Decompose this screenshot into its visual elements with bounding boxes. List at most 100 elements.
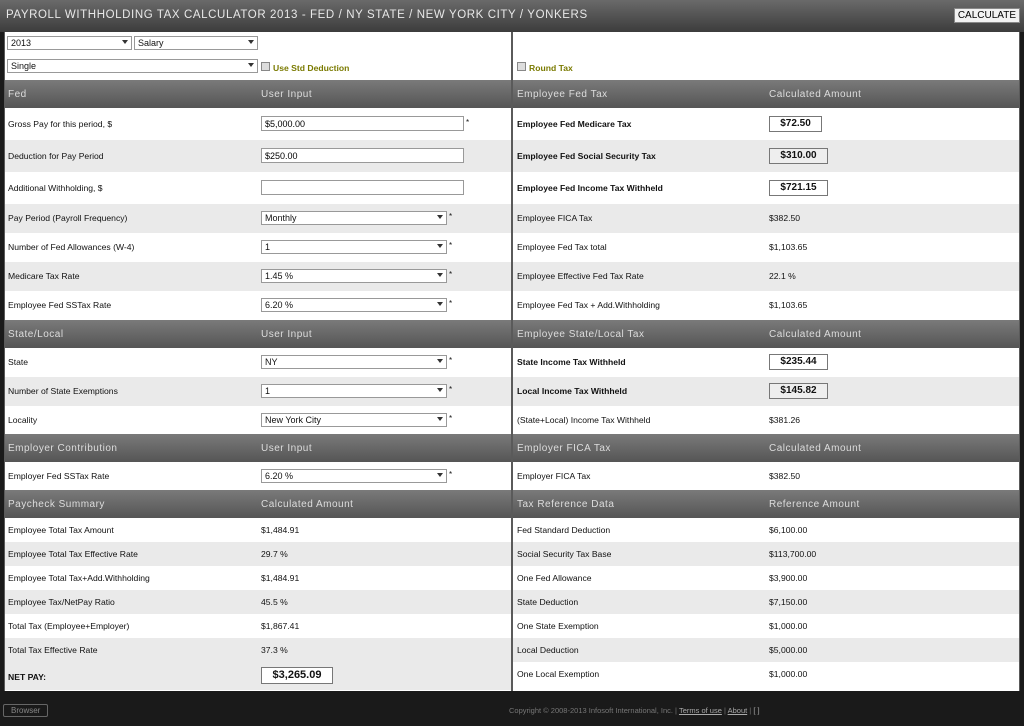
medicare-tax-value: $72.50 [769, 116, 822, 132]
ss-tax-row: Employee Fed Social Security Tax $310.00 [513, 140, 1019, 172]
emp-state-header-calc: Calculated Amount [769, 329, 862, 340]
required-marker: * [449, 212, 453, 221]
summary-row-label: Employee Total Tax Amount [8, 525, 114, 535]
locality-select[interactable]: New York City [261, 413, 447, 427]
fica-row: Employee FICA Tax $382.50 [513, 204, 1019, 233]
summary-row-value: 37.3 % [261, 645, 288, 655]
net-pay-label: NET PAY: [8, 672, 47, 682]
income-tax-label: Employee Fed Income Tax Withheld [517, 183, 663, 193]
medicare-rate-select[interactable]: 1.45 % [261, 269, 447, 283]
employer-header: Employer Contribution User Input [5, 434, 511, 462]
state-local-sum-row: (State+Local) Income Tax Withheld $381.2… [513, 406, 1019, 434]
summary-row-value: 29.7 % [261, 549, 288, 559]
fed-eff-value: 22.1 % [769, 271, 796, 281]
emp-state-header-label: Employee State/Local Tax [517, 329, 645, 340]
state-tax-row: State Income Tax Withheld $235.44 [513, 348, 1019, 377]
income-tax-row: Employee Fed Income Tax Withheld $721.15 [513, 172, 1019, 204]
state-tax-label: State Income Tax Withheld [517, 357, 626, 367]
filing-status-select[interactable]: Single [7, 59, 258, 73]
reference-row-label: One Local Exemption [517, 669, 600, 679]
deduction-input[interactable] [261, 148, 464, 163]
reference-row-value: $1,000.00 [769, 669, 808, 679]
ss-rate-label: Employee Fed SSTax Rate [8, 300, 112, 310]
summary-row: Total Tax (Employee+Employer) $1,867.41 [5, 614, 511, 638]
required-marker: * [449, 356, 453, 365]
medicare-tax-label: Employee Fed Medicare Tax [517, 119, 632, 129]
fed-plus-label: Employee Fed Tax + Add.Withholding [517, 300, 660, 310]
add-withholding-row: Additional Withholding, $ [5, 172, 511, 204]
fica-label: Employee FICA Tax [517, 213, 593, 223]
add-withholding-label: Additional Withholding, $ [8, 183, 103, 193]
reference-row-label: Social Security Tax Base [517, 549, 612, 559]
state-exemptions-label: Number of State Exemptions [8, 386, 118, 396]
fed-header: Fed User Input [5, 80, 511, 108]
required-marker: * [449, 270, 453, 279]
fica-value: $382.50 [769, 213, 801, 223]
deduction-label: Deduction for Pay Period [8, 151, 104, 161]
reference-header-calc: Reference Amount [769, 499, 860, 510]
browser-button[interactable]: Browser [3, 704, 49, 717]
add-withholding-input[interactable] [261, 180, 464, 195]
reference-row-value: $113,700.00 [769, 549, 817, 559]
allowances-label: Number of Fed Allowances (W-4) [8, 242, 135, 252]
calculate-button[interactable]: CALCULATE [953, 8, 1020, 23]
right-options-area: Round Tax [513, 32, 1019, 80]
left-panel: 2013 Salary Single Use Std Deduction Fed… [4, 32, 512, 691]
state-header-input: User Input [261, 329, 313, 340]
state-exemptions-row: Number of State Exemptions 1 * [5, 377, 511, 406]
pay-period-select[interactable]: Monthly [261, 211, 447, 225]
reference-row: Fed Standard Deduction $6,100.00 [513, 518, 1019, 542]
fed-plus-value: $1,103.65 [769, 300, 808, 310]
year-select[interactable]: 2013 [7, 36, 132, 50]
summary-row-value: $1,867.41 [261, 621, 300, 631]
summary-row-label: Employee Tax/NetPay Ratio [8, 597, 115, 607]
locality-row: Locality New York City * [5, 406, 511, 434]
required-marker: * [449, 470, 453, 479]
local-tax-value: $145.82 [769, 383, 828, 399]
extra-link[interactable]: [ ] [753, 706, 759, 715]
required-marker: * [449, 414, 453, 423]
reference-header-label: Tax Reference Data [517, 499, 615, 510]
about-link[interactable]: About [728, 706, 748, 715]
round-tax-checkbox[interactable] [517, 62, 526, 71]
pay-period-label: Pay Period (Payroll Frequency) [8, 213, 128, 223]
employer-fica-header-label: Employer FICA Tax [517, 443, 611, 454]
required-marker: * [449, 241, 453, 250]
use-std-deduction-checkbox[interactable] [261, 62, 270, 71]
summary-row-value: $1,484.91 [261, 525, 300, 535]
copyright-text: Copyright © 2008-2013 Infosoft Internati… [509, 706, 673, 715]
local-tax-label: Local Income Tax Withheld [517, 386, 628, 396]
medicare-rate-row: Medicare Tax Rate 1.45 % * [5, 262, 511, 291]
reference-row-value: $3,900.00 [769, 573, 808, 583]
locality-label: Locality [8, 415, 38, 425]
pay-type-select[interactable]: Salary [134, 36, 258, 50]
allowances-row: Number of Fed Allowances (W-4) 1 * [5, 233, 511, 262]
terms-link[interactable]: Terms of use [679, 706, 722, 715]
emp-state-header: Employee State/Local Tax Calculated Amou… [513, 320, 1019, 348]
state-select[interactable]: NY [261, 355, 447, 369]
state-exemptions-select[interactable]: 1 [261, 384, 447, 398]
allowances-select[interactable]: 1 [261, 240, 447, 254]
ss-rate-select[interactable]: 6.20 % [261, 298, 447, 312]
gross-pay-input[interactable] [261, 116, 464, 131]
employer-ss-label: Employer Fed SSTax Rate [8, 471, 110, 481]
emp-fed-header-calc: Calculated Amount [769, 89, 862, 100]
summary-row-label: Total Tax (Employee+Employer) [8, 621, 130, 631]
summary-row: Employee Tax/NetPay Ratio 45.5 % [5, 590, 511, 614]
reference-row-label: One Fed Allowance [517, 573, 592, 583]
state-tax-value: $235.44 [769, 354, 828, 370]
reference-row: State Deduction $7,150.00 [513, 590, 1019, 614]
round-tax-label: Round Tax [529, 63, 573, 73]
use-std-deduction-label: Use Std Deduction [273, 63, 350, 73]
state-row: State NY * [5, 348, 511, 377]
fed-header-input: User Input [261, 89, 313, 100]
summary-row-label: Employee Total Tax Effective Rate [8, 549, 138, 559]
reference-row: One Fed Allowance $3,900.00 [513, 566, 1019, 590]
employer-ss-select[interactable]: 6.20 % [261, 469, 447, 483]
reference-row-label: Fed Standard Deduction [517, 525, 611, 535]
summary-row: Employee Total Tax Amount $1,484.91 [5, 518, 511, 542]
reference-header: Tax Reference Data Reference Amount [513, 490, 1019, 518]
state-label: State [8, 357, 29, 367]
options-area: 2013 Salary Single Use Std Deduction [5, 32, 511, 80]
fed-total-label: Employee Fed Tax total [517, 242, 607, 252]
